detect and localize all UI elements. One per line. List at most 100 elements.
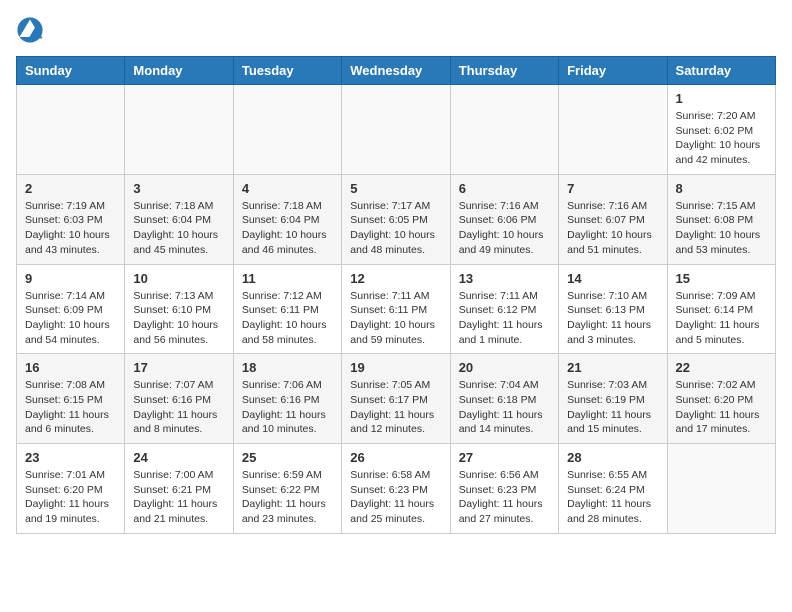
day-info: Sunrise: 7:19 AM Sunset: 6:03 PM Dayligh… (25, 199, 116, 258)
day-cell: 9Sunrise: 7:14 AM Sunset: 6:09 PM Daylig… (17, 264, 125, 354)
day-info: Sunrise: 7:11 AM Sunset: 6:11 PM Dayligh… (350, 289, 441, 348)
day-cell: 3 Sunrise: 7:18 AM Sunset: 6:04 PM Daylig… (125, 174, 233, 264)
day-info: Sunrise: 6:59 AM Sunset: 6:22 PM Dayligh… (242, 468, 333, 527)
day-info: Sunrise: 7:16 AM Sunset: 6:07 PM Dayligh… (567, 199, 658, 258)
header-tuesday: Tuesday (233, 57, 341, 85)
day-info: Sunrise: 7:16 AM Sunset: 6:06 PM Dayligh… (459, 199, 550, 258)
day-number: 14 (567, 271, 658, 286)
day-cell: 14 Sunrise: 7:10 AM Sunset: 6:13 PM Dayli… (559, 264, 667, 354)
week-row-4: 23 Sunrise: 7:01 AM Sunset: 6:20 PM Dayli… (17, 444, 776, 534)
day-cell: 10 Sunrise: 7:13 AM Sunset: 6:10 PM Dayli… (125, 264, 233, 354)
day-number: 3 (133, 181, 224, 196)
day-info: Sunrise: 6:58 AM Sunset: 6:23 PM Dayligh… (350, 468, 441, 527)
day-cell: 21 Sunrise: 7:03 AM Sunset: 6:19 PM Dayli… (559, 354, 667, 444)
day-number: 28 (567, 450, 658, 465)
day-cell: 25 Sunrise: 6:59 AM Sunset: 6:22 PM Dayli… (233, 444, 341, 534)
day-cell: 23 Sunrise: 7:01 AM Sunset: 6:20 PM Dayli… (17, 444, 125, 534)
week-row-1: 2 Sunrise: 7:19 AM Sunset: 6:03 PM Daylig… (17, 174, 776, 264)
header-friday: Friday (559, 57, 667, 85)
calendar-header-row: SundayMondayTuesdayWednesdayThursdayFrid… (17, 57, 776, 85)
day-cell: 15 Sunrise: 7:09 AM Sunset: 6:14 PM Dayli… (667, 264, 775, 354)
day-info: Sunrise: 7:17 AM Sunset: 6:05 PM Dayligh… (350, 199, 441, 258)
day-cell (559, 85, 667, 175)
day-info: Sunrise: 7:04 AM Sunset: 6:18 PM Dayligh… (459, 378, 550, 437)
day-number: 21 (567, 360, 658, 375)
calendar: SundayMondayTuesdayWednesdayThursdayFrid… (16, 56, 776, 534)
day-number: 11 (242, 271, 333, 286)
day-cell: 24Sunrise: 7:00 AM Sunset: 6:21 PM Dayli… (125, 444, 233, 534)
day-info: Sunrise: 7:05 AM Sunset: 6:17 PM Dayligh… (350, 378, 441, 437)
day-info: Sunrise: 7:07 AM Sunset: 6:16 PM Dayligh… (133, 378, 224, 437)
day-cell: 8 Sunrise: 7:15 AM Sunset: 6:08 PM Daylig… (667, 174, 775, 264)
day-cell: 27 Sunrise: 6:56 AM Sunset: 6:23 PM Dayli… (450, 444, 558, 534)
day-cell: 13 Sunrise: 7:11 AM Sunset: 6:12 PM Dayli… (450, 264, 558, 354)
day-number: 2 (25, 181, 116, 196)
day-number: 5 (350, 181, 441, 196)
day-number: 17 (133, 360, 224, 375)
day-info: Sunrise: 6:56 AM Sunset: 6:23 PM Dayligh… (459, 468, 550, 527)
header-thursday: Thursday (450, 57, 558, 85)
day-cell: 19 Sunrise: 7:05 AM Sunset: 6:17 PM Dayli… (342, 354, 450, 444)
header-wednesday: Wednesday (342, 57, 450, 85)
logo-icon (16, 16, 44, 44)
logo (16, 16, 48, 44)
day-info: Sunrise: 6:55 AM Sunset: 6:24 PM Dayligh… (567, 468, 658, 527)
day-cell (450, 85, 558, 175)
day-number: 25 (242, 450, 333, 465)
day-cell: 6Sunrise: 7:16 AM Sunset: 6:06 PM Daylig… (450, 174, 558, 264)
day-number: 10 (133, 271, 224, 286)
day-cell: 16 Sunrise: 7:08 AM Sunset: 6:15 PM Dayli… (17, 354, 125, 444)
day-number: 23 (25, 450, 116, 465)
day-cell: 17 Sunrise: 7:07 AM Sunset: 6:16 PM Dayli… (125, 354, 233, 444)
day-cell (342, 85, 450, 175)
day-info: Sunrise: 7:03 AM Sunset: 6:19 PM Dayligh… (567, 378, 658, 437)
day-info: Sunrise: 7:10 AM Sunset: 6:13 PM Dayligh… (567, 289, 658, 348)
header (16, 16, 776, 44)
day-cell: 4 Sunrise: 7:18 AM Sunset: 6:04 PM Daylig… (233, 174, 341, 264)
day-cell: 20Sunrise: 7:04 AM Sunset: 6:18 PM Dayli… (450, 354, 558, 444)
header-sunday: Sunday (17, 57, 125, 85)
day-number: 9 (25, 271, 116, 286)
day-number: 4 (242, 181, 333, 196)
day-info: Sunrise: 7:09 AM Sunset: 6:14 PM Dayligh… (676, 289, 767, 348)
day-info: Sunrise: 7:18 AM Sunset: 6:04 PM Dayligh… (133, 199, 224, 258)
day-number: 13 (459, 271, 550, 286)
day-info: Sunrise: 7:11 AM Sunset: 6:12 PM Dayligh… (459, 289, 550, 348)
day-cell: 11Sunrise: 7:12 AM Sunset: 6:11 PM Dayli… (233, 264, 341, 354)
day-info: Sunrise: 7:06 AM Sunset: 6:16 PM Dayligh… (242, 378, 333, 437)
week-row-2: 9Sunrise: 7:14 AM Sunset: 6:09 PM Daylig… (17, 264, 776, 354)
day-info: Sunrise: 7:15 AM Sunset: 6:08 PM Dayligh… (676, 199, 767, 258)
week-row-3: 16 Sunrise: 7:08 AM Sunset: 6:15 PM Dayli… (17, 354, 776, 444)
day-number: 8 (676, 181, 767, 196)
day-number: 15 (676, 271, 767, 286)
day-info: Sunrise: 7:20 AM Sunset: 6:02 PM Dayligh… (676, 109, 767, 168)
day-cell: 2 Sunrise: 7:19 AM Sunset: 6:03 PM Daylig… (17, 174, 125, 264)
day-cell: 7 Sunrise: 7:16 AM Sunset: 6:07 PM Daylig… (559, 174, 667, 264)
day-info: Sunrise: 7:18 AM Sunset: 6:04 PM Dayligh… (242, 199, 333, 258)
day-number: 7 (567, 181, 658, 196)
day-number: 16 (25, 360, 116, 375)
day-info: Sunrise: 7:08 AM Sunset: 6:15 PM Dayligh… (25, 378, 116, 437)
day-number: 27 (459, 450, 550, 465)
day-number: 12 (350, 271, 441, 286)
day-cell: 5 Sunrise: 7:17 AM Sunset: 6:05 PM Daylig… (342, 174, 450, 264)
day-info: Sunrise: 7:13 AM Sunset: 6:10 PM Dayligh… (133, 289, 224, 348)
day-number: 1 (676, 91, 767, 106)
day-number: 22 (676, 360, 767, 375)
day-cell: 18 Sunrise: 7:06 AM Sunset: 6:16 PM Dayli… (233, 354, 341, 444)
day-cell: 26 Sunrise: 6:58 AM Sunset: 6:23 PM Dayli… (342, 444, 450, 534)
day-info: Sunrise: 7:01 AM Sunset: 6:20 PM Dayligh… (25, 468, 116, 527)
day-cell: 22 Sunrise: 7:02 AM Sunset: 6:20 PM Dayli… (667, 354, 775, 444)
day-cell (233, 85, 341, 175)
day-number: 24 (133, 450, 224, 465)
day-cell: 28 Sunrise: 6:55 AM Sunset: 6:24 PM Dayli… (559, 444, 667, 534)
day-number: 26 (350, 450, 441, 465)
week-row-0: 1 Sunrise: 7:20 AM Sunset: 6:02 PM Daylig… (17, 85, 776, 175)
day-number: 18 (242, 360, 333, 375)
header-saturday: Saturday (667, 57, 775, 85)
day-cell: 12 Sunrise: 7:11 AM Sunset: 6:11 PM Dayli… (342, 264, 450, 354)
day-cell (125, 85, 233, 175)
day-info: Sunrise: 7:02 AM Sunset: 6:20 PM Dayligh… (676, 378, 767, 437)
day-cell (667, 444, 775, 534)
day-number: 19 (350, 360, 441, 375)
